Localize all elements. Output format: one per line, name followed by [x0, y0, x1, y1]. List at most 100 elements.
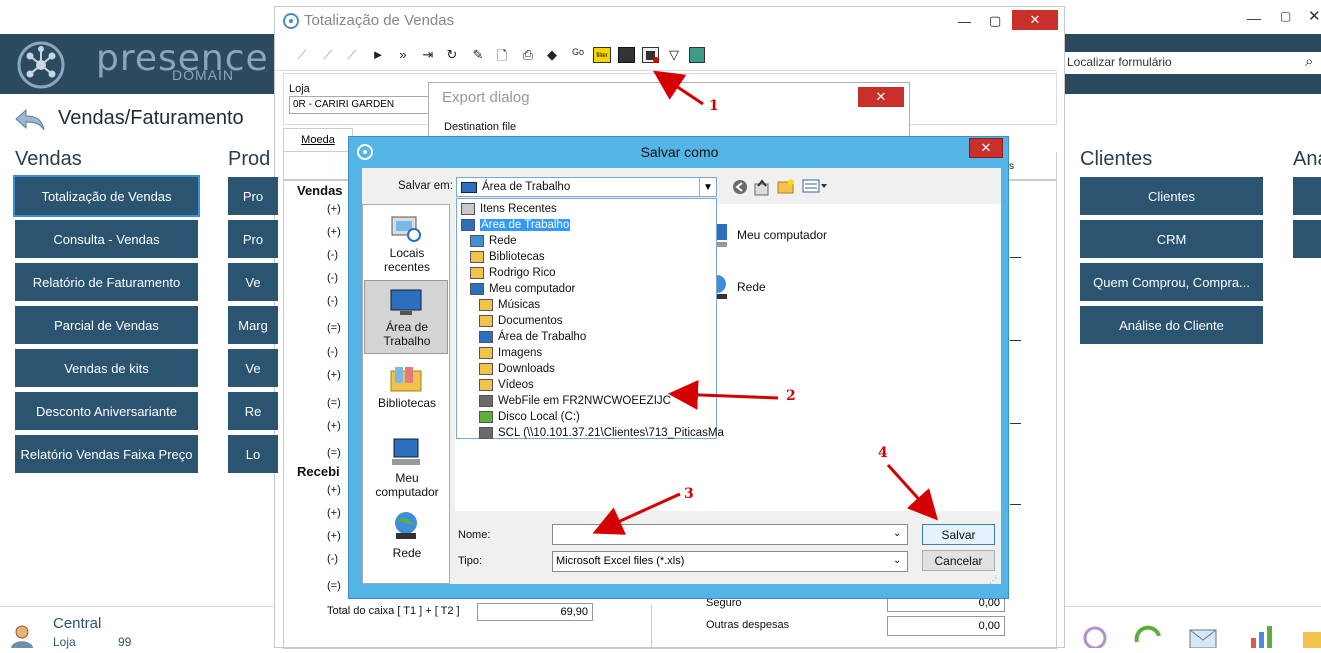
tree-item-label: Disco Local (C:) [498, 411, 580, 423]
tree-item[interactable]: Músicas [479, 297, 540, 313]
place-rede[interactable]: Rede [365, 546, 449, 560]
clientes-tile[interactable]: Quem Comprou, Compra... [1080, 263, 1263, 301]
produtos-tile[interactable]: Lo [228, 435, 278, 473]
produtos-tile[interactable]: Pro [228, 177, 278, 215]
salvar-em-select[interactable]: Área de Trabalho ▼ [456, 177, 717, 197]
tot-maximize-button[interactable]: ▢ [989, 13, 1001, 29]
next-icon[interactable]: ► [369, 47, 387, 62]
restore-button[interactable]: ▢ [1280, 9, 1291, 23]
desktop-place-icon[interactable] [390, 289, 422, 322]
exit-report-icon[interactable] [689, 47, 705, 63]
tree-item[interactable]: Rede [470, 233, 517, 249]
tree-item[interactable]: Disco Local (C:) [479, 409, 580, 425]
bookmark-icon[interactable]: ◆ [543, 47, 561, 63]
minimize-button[interactable]: — [1247, 10, 1261, 26]
tree-item[interactable]: Documentos [479, 313, 563, 329]
back-icon[interactable] [732, 179, 748, 200]
tree-item[interactable]: Vídeos [479, 377, 534, 393]
salvar-button[interactable]: Salvar [922, 524, 995, 545]
place-meu-computador[interactable]: Meu computador [365, 471, 449, 499]
chevron-down-icon[interactable]: ⌄ [893, 528, 901, 539]
tree-item[interactable]: Área de Trabalho [479, 329, 586, 345]
tree-item[interactable]: Imagens [479, 345, 542, 361]
vendas-tile[interactable]: Parcial de Vendas [15, 306, 198, 344]
computer-icon[interactable] [390, 437, 422, 472]
produtos-tile[interactable]: Re [228, 392, 278, 430]
network-drive-icon [479, 427, 493, 439]
chevron-down-icon[interactable]: ⌄ [893, 555, 901, 566]
clientes-tile[interactable]: Clientes [1080, 177, 1263, 215]
last-page-icon[interactable]: ⇥ [419, 47, 437, 63]
produtos-tile[interactable]: Ve [228, 349, 278, 387]
tree-item[interactable]: Meu computador [470, 281, 575, 297]
clientes-tile[interactable]: CRM [1080, 220, 1263, 258]
tree-item[interactable]: Itens Recentes [461, 201, 557, 217]
goto-icon[interactable]: Go [569, 47, 587, 57]
vendas-tile[interactable]: Vendas de kits [15, 349, 198, 387]
libraries-icon[interactable] [390, 365, 422, 398]
mail-icon[interactable] [1188, 626, 1218, 653]
tot-close-button[interactable]: ✕ [1012, 10, 1058, 30]
tree-item[interactable]: WebFile em FR2NWCWOEEZIJC [479, 393, 671, 409]
refresh-report-icon[interactable]: ↻ [443, 47, 461, 63]
search-placeholder: Localizar formulário [1067, 55, 1172, 69]
vendas-tile[interactable]: Consulta - Vendas [15, 220, 198, 258]
first-page-icon[interactable]: ⟋ [293, 47, 311, 63]
tree-item[interactable]: Bibliotecas [470, 249, 545, 265]
analise-tile-2[interactable] [1293, 220, 1321, 258]
tot-minimize-button[interactable]: — [958, 14, 971, 29]
cancelar-button[interactable]: Cancelar [922, 550, 995, 571]
view-menu-icon[interactable] [802, 179, 828, 198]
produtos-tile[interactable]: Pro [228, 220, 278, 258]
analise-tile-1[interactable] [1293, 177, 1321, 215]
export-image-icon[interactable] [618, 47, 635, 63]
network-icon[interactable] [390, 511, 422, 546]
search-icon[interactable]: ⌕ [1305, 53, 1313, 70]
new-folder-icon[interactable] [777, 178, 795, 199]
vendas-tile[interactable]: Desconto Aniversariante [15, 392, 198, 430]
tag-icon[interactable] [1080, 624, 1110, 653]
export-close-button[interactable]: ✕ [858, 87, 904, 107]
pictures-folder-icon [479, 347, 493, 359]
tree-item[interactable]: Downloads [479, 361, 555, 377]
produtos-tile[interactable]: Marg [228, 306, 278, 344]
tipo-select[interactable]: Microsoft Excel files (*.xls) ⌄ [552, 551, 908, 572]
design-icon[interactable]: ✎ [469, 47, 487, 63]
search-input[interactable]: Localizar formulário ⌕ [1065, 52, 1321, 74]
tab-moeda[interactable]: Moeda [283, 128, 353, 152]
up-folder-icon[interactable] [754, 178, 770, 201]
nome-input[interactable]: ⌄ [552, 524, 908, 545]
produtos-tile[interactable]: Ve [228, 263, 278, 301]
vendas-tile[interactable]: Relatório Vendas Faixa Preço [15, 435, 198, 473]
recent-places-icon[interactable] [390, 213, 422, 248]
loja-field[interactable]: 0R - CARIRI GARDEN [289, 96, 429, 114]
vendas-tile[interactable]: Relatório de Faturamento [15, 263, 198, 301]
recent-icon [461, 203, 475, 215]
file-item-meu-computador[interactable]: Meu computador [737, 228, 827, 242]
tree-item[interactable]: Área de Trabalho [461, 217, 571, 233]
save-dialog-close-button[interactable]: ✕ [969, 138, 1003, 158]
tree-item[interactable]: Rodrigo Rico [470, 265, 555, 281]
resize-grip-icon[interactable]: ⋰ [989, 576, 997, 585]
funnel-icon[interactable]: ▽ [665, 47, 683, 63]
prev-page-icon[interactable]: ⟋ [319, 47, 337, 63]
prev-icon[interactable]: ⟋ [343, 47, 361, 63]
close-button[interactable]: ✕ [1308, 7, 1321, 25]
tree-item[interactable]: SCL (\\10.101.37.21\Clientes\713_Piticas… [479, 425, 724, 441]
place-area-de-trabalho[interactable]: Área de Trabalho [365, 320, 449, 348]
vendas-tile[interactable]: Totalização de Vendas [13, 175, 200, 217]
page-setup-icon[interactable]: 🗋 [493, 47, 511, 69]
chevron-down-icon[interactable]: ▼ [699, 178, 716, 196]
export-icon[interactable] [642, 47, 659, 63]
back-arrow-icon[interactable] [14, 108, 48, 139]
file-item-rede[interactable]: Rede [737, 280, 766, 294]
place-locais-recentes[interactable]: Locais recentes [365, 246, 449, 274]
filter-icon[interactable]: filter [593, 47, 611, 63]
place-bibliotecas[interactable]: Bibliotecas [365, 396, 449, 410]
next-page-icon[interactable]: » [394, 47, 412, 62]
chart-icon[interactable] [1247, 624, 1277, 653]
print-icon[interactable]: ⎙ [519, 47, 537, 63]
folder-icon[interactable] [1303, 626, 1321, 653]
clientes-tile[interactable]: Análise do Cliente [1080, 306, 1263, 344]
refresh-icon[interactable] [1133, 624, 1163, 653]
